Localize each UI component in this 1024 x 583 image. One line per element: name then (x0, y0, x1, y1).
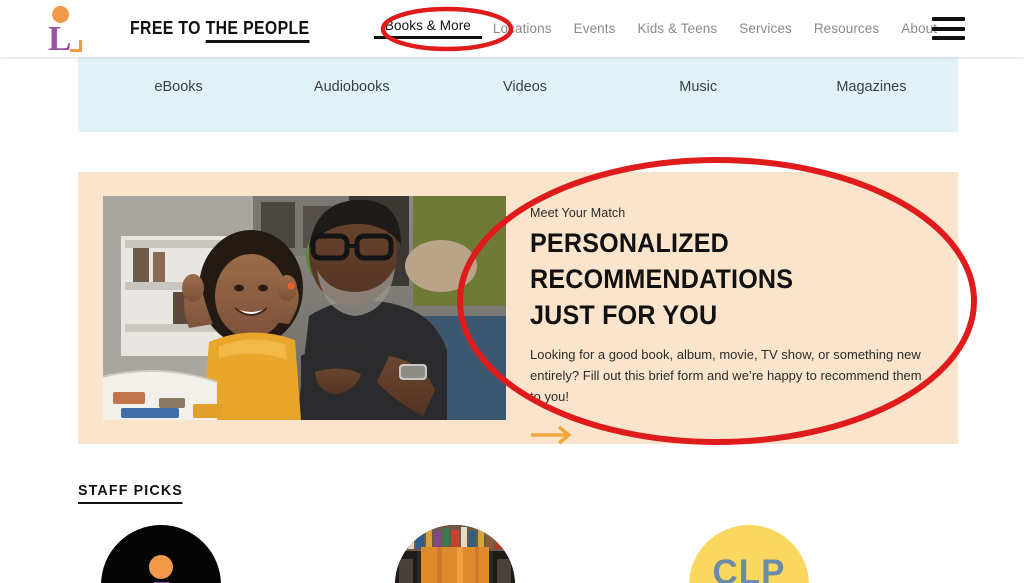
staff-pick-item[interactable] (101, 525, 221, 583)
logo-dot-icon (149, 555, 173, 579)
nav-item-books-and-more[interactable]: Books & More (373, 18, 482, 39)
nav-item-services[interactable]: Services (728, 21, 803, 36)
hamburger-menu-icon[interactable] (932, 17, 965, 40)
subnav-item-music[interactable]: Music (612, 79, 785, 95)
category-subnav: eBooks Audiobooks Videos Music Magazines (78, 54, 958, 132)
tagline-part1: FREE TO (130, 18, 206, 38)
site-tagline: FREE TO THE PEOPLE (130, 18, 310, 43)
logo-swoosh-icon (70, 40, 82, 52)
subnav-item-magazines[interactable]: Magazines (785, 79, 958, 95)
staff-picks-heading: STAFF PICKS (78, 482, 183, 504)
promo-eyebrow: Meet Your Match (530, 206, 626, 220)
nav-item-events[interactable]: Events (563, 21, 627, 36)
site-logo[interactable]: L (0, 0, 100, 57)
promo-title-line2: JUST FOR YOU (530, 300, 718, 330)
arrow-right-icon[interactable] (530, 425, 576, 445)
nav-item-resources[interactable]: Resources (803, 21, 890, 36)
hamburger-bar (932, 36, 965, 40)
subnav-item-videos[interactable]: Videos (438, 79, 611, 95)
promo-photo (103, 196, 506, 420)
staff-pick-item[interactable] (395, 525, 515, 583)
promo-title-line1: PERSONALIZED RECOMMENDATIONS (530, 228, 794, 294)
main-navigation: Books & More Locations Events Kids & Tee… (373, 18, 948, 39)
logo-letter: L (48, 19, 72, 58)
staff-pick-item[interactable]: CLP (689, 525, 809, 583)
subnav-item-ebooks[interactable]: eBooks (92, 79, 265, 95)
promo-description: Looking for a good book, album, movie, T… (530, 347, 922, 404)
hamburger-bar (932, 26, 965, 31)
nav-item-kids-and-teens[interactable]: Kids & Teens (626, 21, 728, 36)
promo-card[interactable]: Meet Your Match PERSONALIZED RECOMMENDAT… (78, 172, 958, 445)
subnav-item-audiobooks[interactable]: Audiobooks (265, 79, 438, 95)
staff-picks-row: CLP (78, 525, 958, 583)
clp-badge-text: CLP (712, 553, 786, 583)
hamburger-bar (932, 17, 965, 21)
site-header: L FREE TO THE PEOPLE Books & More Locati… (0, 0, 1024, 57)
promo-content: Meet Your Match PERSONALIZED RECOMMENDAT… (530, 206, 935, 445)
promo-title: PERSONALIZED RECOMMENDATIONS JUST FOR YO… (530, 225, 907, 333)
nav-item-locations[interactable]: Locations (482, 21, 563, 36)
tagline-part2: THE PEOPLE (205, 18, 310, 43)
